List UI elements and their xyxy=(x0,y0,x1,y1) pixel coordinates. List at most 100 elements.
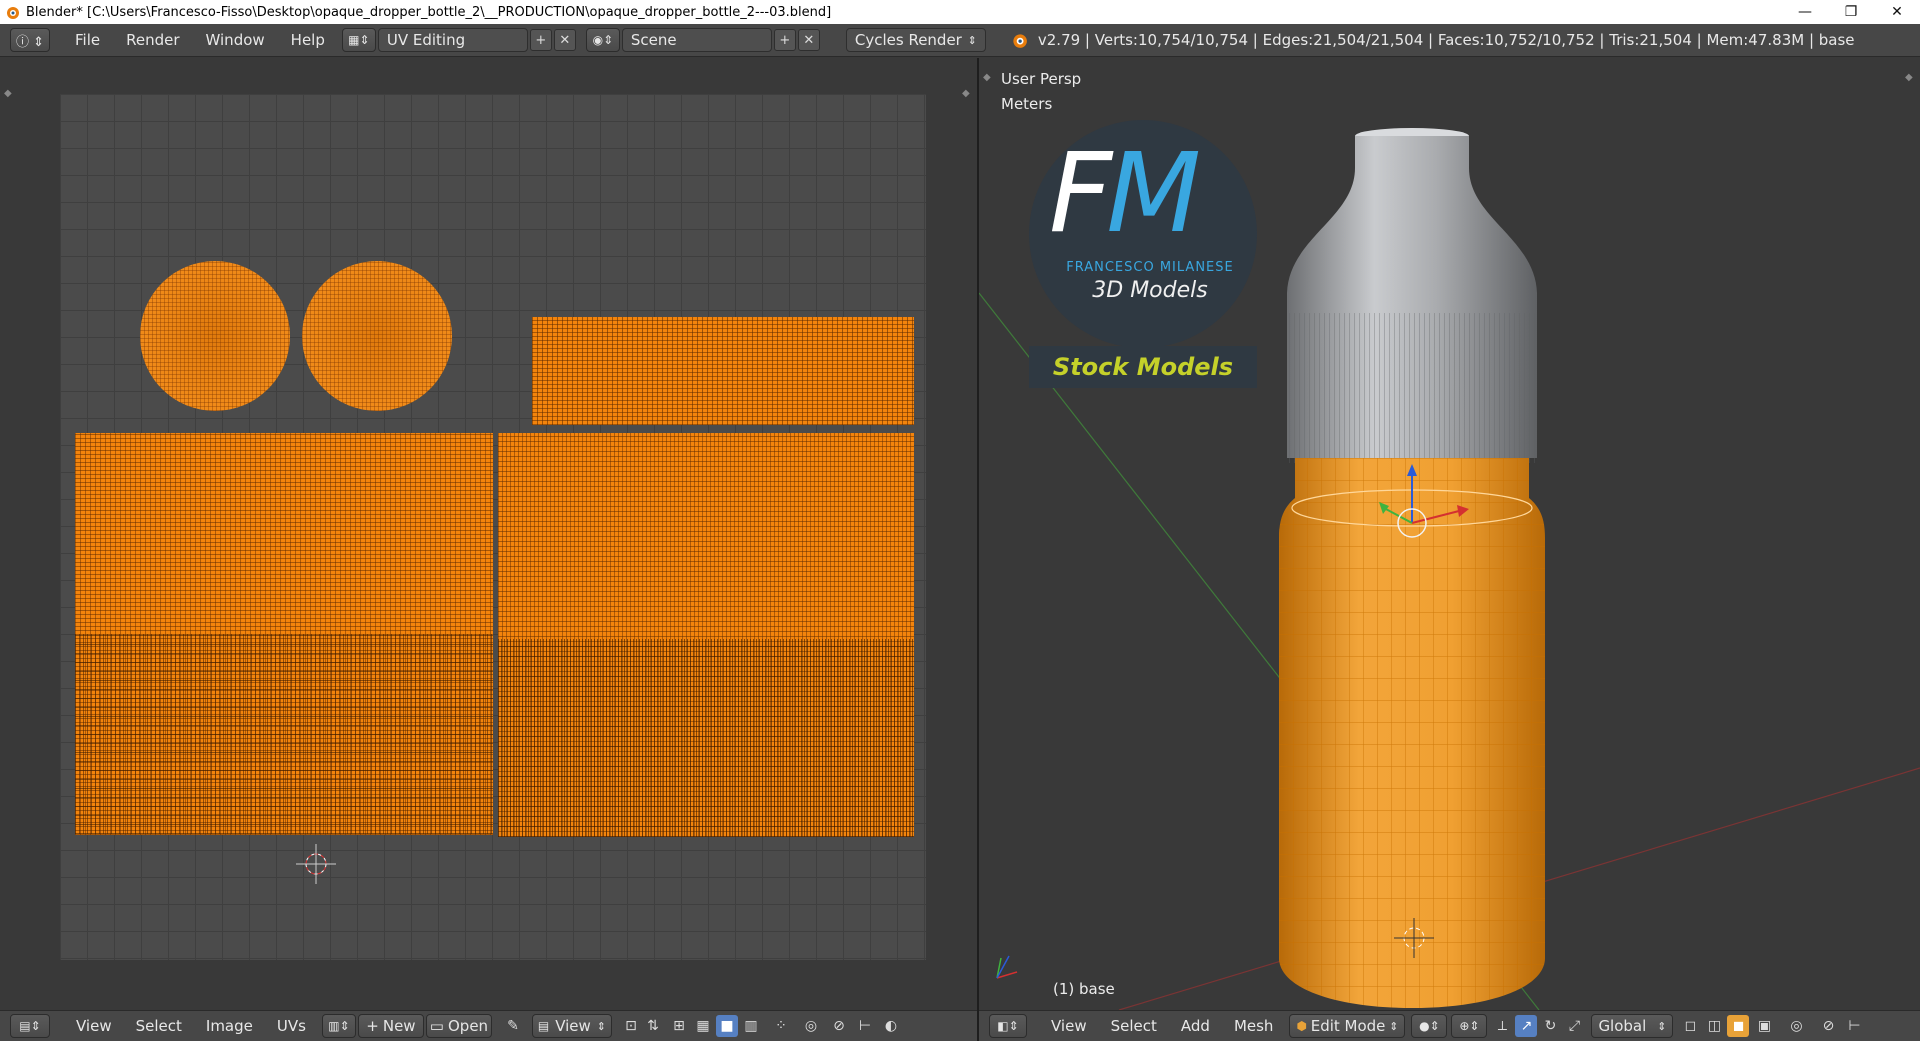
view-mode-icon: ▤ xyxy=(537,1019,550,1033)
3d-menu-select[interactable]: Select xyxy=(1099,1017,1169,1035)
manipulator-toggle-icon[interactable]: ⟂ xyxy=(1491,1015,1513,1037)
view-mode-select[interactable]: ▤ View ⇕ xyxy=(531,1014,612,1038)
uv-island-body-left-lower-stripes xyxy=(75,634,493,834)
select-arrows-icon: ⇕ xyxy=(1389,1019,1399,1033)
info-header: ⓘ ⇕ File Render Window Help ▦⇕ UV Editin… xyxy=(0,24,1920,57)
remove-scene-icon[interactable]: ✕ xyxy=(797,29,820,51)
dropper-bottle-model[interactable] xyxy=(1279,128,1599,1010)
occlude-geometry-icon[interactable]: ▣ xyxy=(1753,1015,1775,1037)
screen-layout-field[interactable]: UV Editing xyxy=(377,28,528,52)
minimize-button[interactable]: — xyxy=(1782,0,1828,24)
snap-element-icon[interactable]: ⊢ xyxy=(854,1015,876,1037)
uv-island-cap-band[interactable] xyxy=(532,317,914,425)
new-image-label: New xyxy=(382,1017,416,1035)
snap-icon[interactable]: ⊘ xyxy=(828,1015,850,1037)
uv-editor-header: ▤⇕ View Select Image UVs ▥⇕ + New ▭ Open… xyxy=(0,1010,977,1041)
scene-field[interactable]: Scene xyxy=(621,28,772,52)
window-titlebar: Blender* [C:\Users\Francesco-Fisso\Deskt… xyxy=(0,0,1920,24)
uv-menu-view[interactable]: View xyxy=(64,1017,124,1035)
snap-toggle-icon[interactable]: ⊘ xyxy=(1817,1015,1839,1037)
logo-stock-banner: Stock Models xyxy=(1029,346,1257,388)
vertex-select-icon[interactable]: ⊞ xyxy=(668,1015,690,1037)
window-title: Blender* [C:\Users\Francesco-Fisso\Deskt… xyxy=(26,4,832,20)
image-browse-icon: ▥⇕ xyxy=(328,1019,350,1033)
uv-island-body-right-lower-stripes xyxy=(498,639,914,837)
uv-menu-image[interactable]: Image xyxy=(194,1017,265,1035)
maximize-button[interactable]: ❐ xyxy=(1828,0,1874,24)
vertex-select-mode-icon[interactable]: ◻ xyxy=(1679,1015,1701,1037)
new-image-button[interactable]: + New xyxy=(357,1014,424,1038)
proportional-edit-icon[interactable]: ◎ xyxy=(800,1015,822,1037)
edit-mode-icon: ⬢ xyxy=(1296,1019,1307,1033)
region-toggle-left-icon[interactable]: ◆ xyxy=(4,88,12,99)
uv-island-circle-right[interactable] xyxy=(302,261,452,411)
scene-statistics: v2.79 | Verts:10,754/10,754 | Edges:21,5… xyxy=(1037,31,1855,49)
open-image-button[interactable]: ▭ Open xyxy=(425,1014,492,1038)
image-editor-icon: ▤⇕ xyxy=(19,1019,41,1033)
menu-file[interactable]: File xyxy=(62,28,113,52)
render-engine-select[interactable]: Cycles Render ⇕ xyxy=(845,28,986,52)
interaction-mode-select[interactable]: ⬢ Edit Mode ⇕ xyxy=(1289,1014,1406,1038)
uv-2d-cursor-icon[interactable] xyxy=(296,844,336,884)
remove-screen-icon[interactable]: ✕ xyxy=(553,29,576,51)
view-mode-label: View xyxy=(555,1017,591,1035)
logo-fm: FM xyxy=(1049,129,1201,257)
cube-icon: ◧⇕ xyxy=(997,1019,1019,1033)
scene-browse-button[interactable]: ◉⇕ xyxy=(585,28,620,52)
menu-render[interactable]: Render xyxy=(113,28,192,52)
folder-icon: ▭ xyxy=(429,1017,444,1035)
uv-menu-select[interactable]: Select xyxy=(124,1017,194,1035)
editor-type-uv-button[interactable]: ▤⇕ xyxy=(10,1014,50,1038)
orientation-label: Global xyxy=(1598,1017,1647,1035)
screen-layout-browse-button[interactable]: ▦⇕ xyxy=(341,28,376,52)
scale-manipulator-icon[interactable]: ⤢ xyxy=(1563,1015,1585,1037)
select-arrows-icon: ⇕ xyxy=(1657,1019,1667,1033)
layout-grid-icon: ▦⇕ xyxy=(348,33,370,47)
transform-orientation-select[interactable]: Global ⇕ xyxy=(1591,1014,1674,1038)
3d-viewport[interactable]: ◆ ◆ User Persp Meters FM FRANCESCO MILAN… xyxy=(979,58,1920,1010)
add-scene-icon[interactable]: + xyxy=(773,29,796,51)
select-arrows-icon: ⇕ xyxy=(596,1019,607,1033)
uv-island-circle-left[interactable] xyxy=(140,261,290,411)
3d-menu-add[interactable]: Add xyxy=(1169,1017,1222,1035)
3d-menu-view[interactable]: View xyxy=(1039,1017,1099,1035)
pin-icon[interactable]: ✎ xyxy=(502,1015,524,1037)
uv-grid-canvas[interactable] xyxy=(60,94,926,960)
region-toggle-right-icon[interactable]: ◆ xyxy=(962,88,970,99)
blender-logo-icon xyxy=(4,4,20,20)
3d-view-header: ◧⇕ View Select Add Mesh ⬢ Edit Mode ⇕ ●⇕… xyxy=(979,1010,1920,1041)
snap-element-select-icon[interactable]: ⊢ xyxy=(1843,1015,1865,1037)
edge-select-icon[interactable]: ▦ xyxy=(692,1015,714,1037)
face-select-mode-icon[interactable]: ◼ xyxy=(1727,1015,1750,1037)
menu-help[interactable]: Help xyxy=(278,28,338,52)
3d-menu-mesh[interactable]: Mesh xyxy=(1222,1017,1286,1035)
editor-type-info-button[interactable]: ⓘ ⇕ xyxy=(10,28,50,52)
uv-image-editor[interactable]: ◆ ◆ xyxy=(0,58,977,1010)
logo-subtitle: 3D Models xyxy=(1092,278,1208,303)
plus-icon: + xyxy=(366,1017,379,1035)
interaction-mode-label: Edit Mode xyxy=(1310,1017,1386,1035)
uv-menu-uvs[interactable]: UVs xyxy=(265,1017,318,1035)
add-screen-icon[interactable]: + xyxy=(529,29,552,51)
active-object-label: (1) base xyxy=(1053,980,1115,998)
editor-type-3d-button[interactable]: ◧⇕ xyxy=(989,1014,1027,1038)
open-image-label: Open xyxy=(447,1017,489,1035)
sticky-select-icon[interactable]: ⁘ xyxy=(770,1015,792,1037)
viewport-shading-select[interactable]: ●⇕ xyxy=(1411,1014,1448,1038)
close-button[interactable]: ✕ xyxy=(1874,0,1920,24)
translate-manipulator-icon[interactable]: ↗ xyxy=(1515,1015,1538,1037)
image-browse-button[interactable]: ▥⇕ xyxy=(321,1014,356,1038)
sync-selection-icon[interactable]: ⇅ xyxy=(642,1015,664,1037)
face-select-icon[interactable]: ■ xyxy=(715,1015,738,1037)
logo-name: FRANCESCO MILANESE xyxy=(1066,260,1234,275)
menu-window[interactable]: Window xyxy=(193,28,278,52)
rotate-manipulator-icon[interactable]: ↻ xyxy=(1539,1015,1561,1037)
select-arrows-icon: ⇕ xyxy=(967,33,977,47)
edge-select-mode-icon[interactable]: ◫ xyxy=(1703,1015,1725,1037)
scene-icon: ◉⇕ xyxy=(592,33,614,47)
pivot-point-select[interactable]: ⊕⇕ xyxy=(1451,1014,1488,1038)
mask-icon[interactable]: ◐ xyxy=(880,1015,902,1037)
proportional-editing-icon[interactable]: ◎ xyxy=(1785,1015,1807,1037)
pivot-icon[interactable]: ⊡ xyxy=(620,1015,642,1037)
island-select-icon[interactable]: ▥ xyxy=(740,1015,762,1037)
